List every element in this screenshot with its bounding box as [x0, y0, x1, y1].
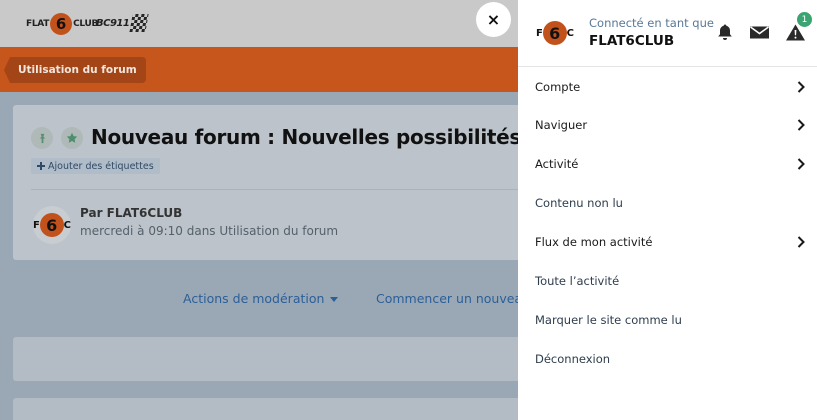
avatar-letter-c: C: [63, 219, 71, 231]
add-tags-button[interactable]: Ajouter des étiquettes: [31, 158, 160, 174]
add-tags-label: Ajouter des étiquettes: [48, 160, 154, 172]
thread-author[interactable]: Par FLAT6CLUB: [80, 206, 182, 220]
moderation-actions-button[interactable]: Actions de modération: [183, 291, 339, 306]
menu-item-marquer-le-site-comme-lu[interactable]: Marquer le site comme lu: [518, 306, 817, 334]
thread-header-card: Nouveau forum : Nouvelles possibilités A…: [13, 105, 533, 260]
breadcrumb-label: Utilisation du forum: [18, 64, 137, 76]
thread-title: Nouveau forum : Nouvelles possibilités: [91, 125, 522, 149]
account-menu-header: F 6 C Connecté en tant que FLAT6CLUB 1: [518, 0, 817, 67]
connected-as-label: Connecté en tant que: [589, 16, 714, 30]
username[interactable]: FLAT6CLUB: [589, 33, 674, 49]
bc911-logo-text: BC911: [96, 17, 130, 29]
chevron-right-icon: [797, 81, 805, 93]
menu-item-label: Activité: [535, 157, 579, 171]
card-divider: [31, 189, 533, 190]
avatar-letter-c: C: [566, 27, 574, 39]
avatar-letter-f: F: [536, 27, 543, 39]
menu-item-label: Marquer le site comme lu: [535, 313, 682, 327]
author-avatar[interactable]: F 6 C: [33, 206, 71, 244]
bc911-logo[interactable]: BC911: [96, 14, 149, 32]
avatar-letter-f: F: [33, 219, 40, 231]
menu-item-activite[interactable]: Activité: [518, 150, 817, 178]
caret-down-icon: [330, 297, 339, 302]
post-block: [13, 398, 533, 420]
alerts-badge: 1: [797, 12, 812, 27]
chevron-right-icon: [797, 236, 805, 248]
menu-item-label: Déconnexion: [535, 352, 611, 366]
account-menu: F 6 C Connecté en tant que FLAT6CLUB 1 C…: [518, 0, 817, 420]
post-block: [13, 337, 533, 381]
logo-text-post: CLUB: [73, 19, 99, 29]
menu-item-label: Contenu non lu: [535, 196, 623, 210]
close-icon: ×: [486, 10, 501, 29]
menu-item-deconnexion[interactable]: Déconnexion: [518, 345, 817, 373]
user-avatar[interactable]: F 6 C: [536, 14, 574, 52]
avatar-six: 6: [542, 21, 567, 45]
start-new-thread-link[interactable]: Commencer un nouveau: [376, 291, 530, 306]
breadcrumb[interactable]: Utilisation du forum: [4, 57, 146, 83]
envelope-icon[interactable]: [748, 21, 770, 43]
chevron-right-icon: [797, 119, 805, 131]
logo-six: 6: [50, 13, 73, 35]
avatar-six: 6: [39, 213, 64, 237]
moderation-actions-label: Actions de modération: [183, 291, 325, 306]
bell-icon[interactable]: [714, 21, 736, 43]
menu-item-naviguer[interactable]: Naviguer: [518, 111, 817, 139]
menu-item-label: Flux de mon activité: [535, 235, 653, 249]
thread-meta: mercredi à 09:10 dans Utilisation du for…: [80, 224, 339, 238]
menu-item-toute-l-activite[interactable]: Toute l’activité: [518, 267, 817, 295]
sticky-pin-icon: [31, 127, 53, 149]
close-menu-button[interactable]: ×: [476, 2, 511, 37]
featured-star-icon: [61, 127, 83, 149]
menu-item-label: Toute l’activité: [535, 274, 620, 288]
flat6club-logo[interactable]: FLAT 6 CLUB: [26, 12, 98, 36]
menu-item-contenu-non-lu[interactable]: Contenu non lu: [518, 189, 817, 217]
chevron-right-icon: [797, 158, 805, 170]
logo-text-pre: FLAT: [26, 19, 50, 29]
plus-icon: [37, 162, 45, 170]
menu-item-flux-de-mon-activite[interactable]: Flux de mon activité: [518, 228, 817, 256]
checkered-flag-icon: [129, 14, 149, 32]
menu-item-label: Compte: [535, 80, 581, 94]
menu-item-label: Naviguer: [535, 118, 588, 132]
menu-item-compte[interactable]: Compte: [518, 73, 817, 101]
start-new-thread-label: Commencer un nouveau: [376, 291, 530, 306]
